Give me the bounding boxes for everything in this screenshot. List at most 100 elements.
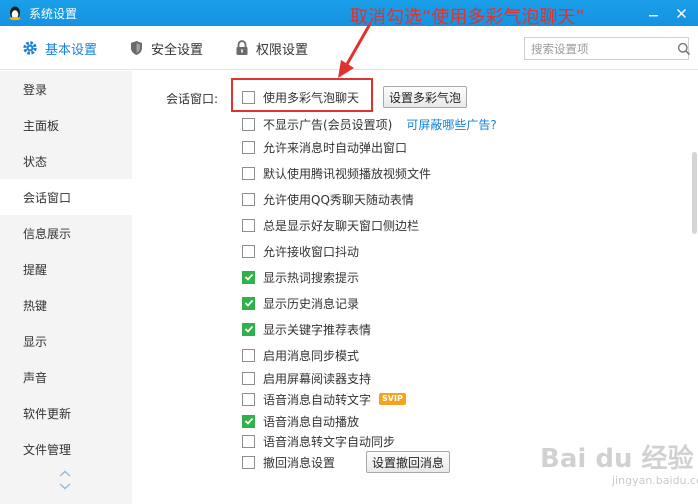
sidebar-item-label: 登录 xyxy=(23,82,48,97)
checkbox-checked[interactable] xyxy=(242,322,255,336)
option-message-sync[interactable]: 启用消息同步模式 xyxy=(242,345,359,365)
option-label: 允许接收窗口抖动 xyxy=(263,244,360,259)
checkbox-checked[interactable] xyxy=(242,414,255,428)
sidebar-item-main-panel[interactable]: 主面板 xyxy=(0,107,132,143)
sidebar-item-label: 声音 xyxy=(23,370,48,385)
sidebar-item-label: 热键 xyxy=(23,298,48,313)
chevron-down-icon[interactable] xyxy=(58,482,72,491)
sidebar-item-label: 文件管理 xyxy=(23,442,72,457)
lock-icon xyxy=(236,40,248,55)
option-label: 显示历史消息记录 xyxy=(263,296,360,311)
settings-search-input[interactable] xyxy=(525,38,677,59)
sidebar-item-label: 主面板 xyxy=(23,118,60,133)
option-no-ads[interactable]: 不显示广告(会员设置项) 可屏蔽哪些广告? xyxy=(242,114,497,134)
option-tencent-video[interactable]: 默认使用腾讯视频播放视频文件 xyxy=(242,163,431,183)
sidebar-item-software-update[interactable]: 软件更新 xyxy=(0,395,132,431)
option-auto-popup[interactable]: 允许来消息时自动弹出窗口 xyxy=(242,137,407,157)
checkbox[interactable] xyxy=(242,371,255,385)
checkbox[interactable] xyxy=(242,140,255,154)
option-label: 语音消息自动转文字 xyxy=(263,392,372,407)
blockable-ads-link[interactable]: 可屏蔽哪些广告? xyxy=(406,116,496,133)
section-label: 会话窗口: xyxy=(166,92,219,106)
option-history-messages[interactable]: 显示历史消息记录 xyxy=(242,293,359,313)
option-hot-search[interactable]: 显示热词搜索提示 xyxy=(242,267,359,287)
sidebar-item-file-management[interactable]: 文件管理 xyxy=(0,431,132,467)
minimize-icon xyxy=(648,14,658,16)
annotation-arrow-icon xyxy=(338,23,372,78)
option-label: 启用消息同步模式 xyxy=(263,348,360,363)
option-label: 不显示广告(会员设置项) xyxy=(263,117,393,132)
checkbox[interactable] xyxy=(242,192,255,206)
checkbox-checked[interactable] xyxy=(242,296,255,310)
set-recall-message-button[interactable]: 设置撤回消息 xyxy=(366,451,451,473)
option-window-shake[interactable]: 允许接收窗口抖动 xyxy=(242,241,359,261)
checkbox[interactable] xyxy=(242,218,255,232)
sidebar-item-login[interactable]: 登录 xyxy=(0,71,132,107)
sidebar-item-reminder[interactable]: 提醒 xyxy=(0,251,132,287)
annotation-highlight-box xyxy=(231,78,373,112)
sidebar-item-label: 提醒 xyxy=(23,262,48,277)
sidebar-scroll-arrows xyxy=(58,469,72,491)
option-label: 语音消息自动播放 xyxy=(263,414,360,429)
option-voice-text-sync[interactable]: 语音消息转文字自动同步 xyxy=(242,431,395,451)
sidebar-item-label: 状态 xyxy=(23,154,48,169)
tab-label: 基本设置 xyxy=(45,42,98,58)
svip-badge: SVIP xyxy=(379,393,406,405)
set-multicolor-bubble-button[interactable]: 设置多彩气泡 xyxy=(383,86,468,108)
sidebar-item-status[interactable]: 状态 xyxy=(0,143,132,179)
checkbox[interactable] xyxy=(242,117,255,131)
settings-sidebar: 登录 主面板 状态 会话窗口 信息展示 提醒 热键 显示 声音 软件更新 文件管… xyxy=(0,71,132,504)
option-label: 总是显示好友聊天窗口侧边栏 xyxy=(263,218,420,233)
option-voice-autoplay[interactable]: 语音消息自动播放 xyxy=(242,411,359,431)
tab-label: 安全设置 xyxy=(151,42,204,58)
tab-permission-settings[interactable]: 权限设置 xyxy=(235,26,308,70)
check-icon xyxy=(244,417,253,425)
check-icon xyxy=(244,325,253,333)
sidebar-item-label: 显示 xyxy=(23,334,48,349)
checkbox[interactable] xyxy=(242,348,255,362)
option-label: 语音消息转文字自动同步 xyxy=(263,434,396,449)
checkbox[interactable] xyxy=(242,244,255,258)
checkbox-checked[interactable] xyxy=(242,270,255,284)
check-icon xyxy=(244,273,253,281)
sidebar-item-hotkeys[interactable]: 热键 xyxy=(0,287,132,323)
shield-icon xyxy=(131,41,142,55)
option-chat-sidebar[interactable]: 总是显示好友聊天窗口侧边栏 xyxy=(242,215,419,235)
option-label: 显示关键字推荐表情 xyxy=(263,322,372,337)
content-scrollbar[interactable] xyxy=(692,152,697,234)
option-keyword-emotes[interactable]: 显示关键字推荐表情 xyxy=(242,319,371,339)
search-icon[interactable] xyxy=(677,38,691,59)
sidebar-item-chat-window[interactable]: 会话窗口 xyxy=(0,179,132,215)
checkbox[interactable] xyxy=(242,434,255,448)
chevron-up-icon[interactable] xyxy=(58,469,72,478)
checkbox[interactable] xyxy=(242,166,255,180)
close-icon xyxy=(676,8,686,18)
settings-search-box xyxy=(524,37,691,60)
tab-basic-settings[interactable]: 基本设置 xyxy=(22,26,97,70)
checkbox[interactable] xyxy=(242,392,255,406)
option-qqshow-emotes[interactable]: 允许使用QQ秀聊天随动表情 xyxy=(242,189,414,209)
checkbox[interactable] xyxy=(242,455,255,469)
option-label: 允许使用QQ秀聊天随动表情 xyxy=(263,192,414,207)
qq-penguin-icon xyxy=(9,6,21,21)
gear-icon xyxy=(23,41,37,55)
sidebar-item-label: 信息展示 xyxy=(23,226,72,241)
watermark-brand: Bai du 经验 xyxy=(540,444,694,474)
sidebar-item-display[interactable]: 显示 xyxy=(0,323,132,359)
tab-security-settings[interactable]: 安全设置 xyxy=(129,26,203,70)
option-recall-message[interactable]: 撤回消息设置 设置撤回消息 xyxy=(242,451,451,473)
option-label: 启用屏幕阅读器支持 xyxy=(263,371,372,386)
option-label: 显示热词搜索提示 xyxy=(263,270,360,285)
close-button[interactable] xyxy=(672,4,690,22)
option-voice-to-text[interactable]: 语音消息自动转文字 SVIP xyxy=(242,389,406,409)
option-label: 撤回消息设置 xyxy=(263,455,336,470)
minimize-button[interactable] xyxy=(644,4,662,22)
option-label: 允许来消息时自动弹出窗口 xyxy=(263,140,408,155)
tab-label: 权限设置 xyxy=(256,42,309,58)
sidebar-item-info-display[interactable]: 信息展示 xyxy=(0,215,132,251)
watermark-url: jingyan.baidu.com xyxy=(612,474,698,487)
annotation-text: 取消勾选“使用多彩气泡聊天” xyxy=(350,7,585,28)
option-label: 默认使用腾讯视频播放视频文件 xyxy=(263,166,432,181)
option-screen-reader[interactable]: 启用屏幕阅读器支持 xyxy=(242,368,371,388)
sidebar-item-sound[interactable]: 声音 xyxy=(0,359,132,395)
